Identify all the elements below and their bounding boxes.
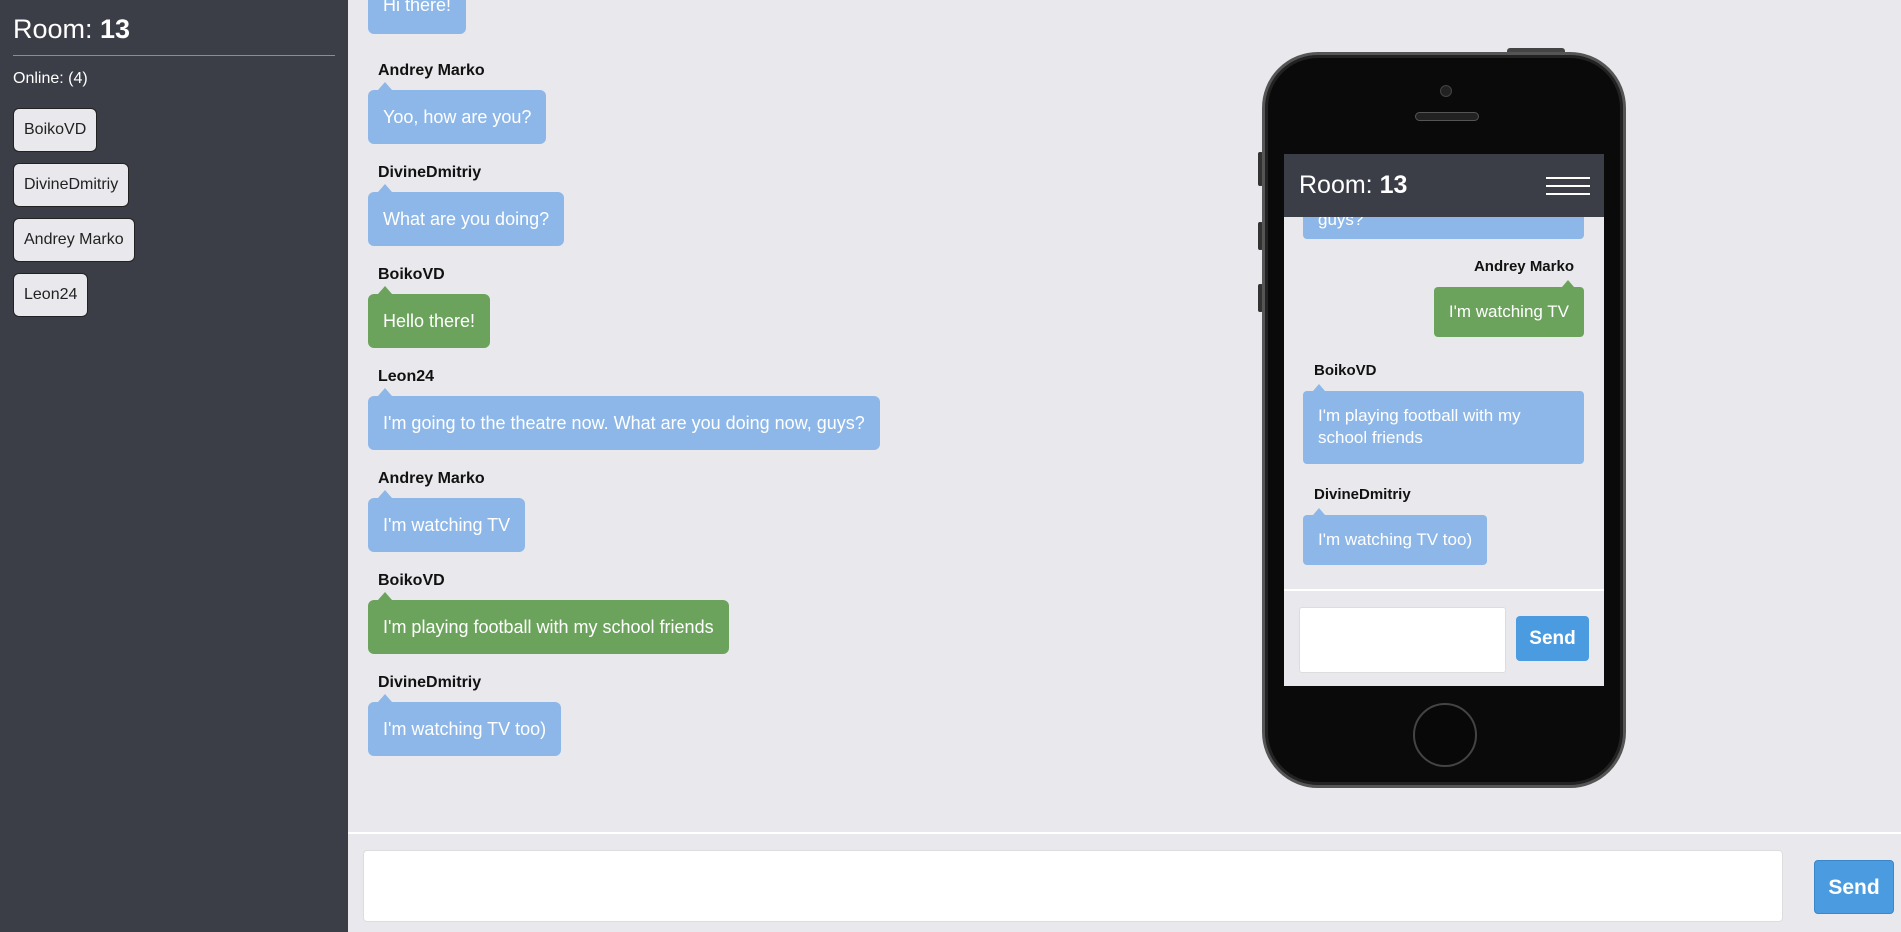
phone-message-bubble: I'm playing football with my school frie… (1303, 384, 1584, 464)
phone-header: Room: 13 (1284, 154, 1604, 217)
phone-home-button-icon (1413, 703, 1477, 767)
phone-message-author: Andrey Marko (1473, 258, 1574, 275)
message-author: Andrey Marko (378, 470, 485, 487)
phone-message-author: DivineDmitriy (1314, 486, 1411, 503)
phone-composer: Send (1284, 589, 1604, 686)
message-input[interactable] (363, 850, 1783, 922)
message-author: BoikoVD (378, 572, 445, 589)
phone-message-author: BoikoVD (1314, 362, 1377, 379)
message-bubble: I'm watching TV too) (368, 694, 562, 756)
message: BoikoVD Hello there! (368, 266, 1268, 348)
user-chip-boikovd[interactable]: BoikoVD (13, 108, 98, 152)
sidebar: Room: 13 Online: (4) BoikoVD DivineDmitr… (0, 0, 348, 932)
phone-message-partial: guys? (1318, 217, 1364, 229)
message-author: Andrey Marko (378, 62, 485, 79)
phone-camera-icon (1440, 85, 1452, 97)
phone-room-number: 13 (1379, 171, 1408, 199)
message: Leon24 I'm going to the theatre now. Wha… (368, 368, 1268, 450)
phone-message-input[interactable] (1299, 607, 1506, 673)
message: DivineDmitriy What are you doing? (368, 164, 1268, 246)
message-bubble-own: Hello there! (368, 286, 491, 348)
phone-room-label: Room: (1299, 171, 1380, 199)
phone-send-button[interactable]: Send (1516, 616, 1589, 661)
message-bubble-own: I'm playing football with my school frie… (368, 592, 729, 654)
chat-main: Hi there! Andrey Marko Yoo, how are you?… (348, 0, 1901, 932)
message-author: DivineDmitriy (378, 164, 482, 181)
send-button[interactable]: Send (1814, 860, 1894, 914)
message-bubble: Yoo, how are you? (368, 82, 547, 144)
message-author: BoikoVD (378, 266, 445, 283)
phone-message-text: I'm playing football with my (1318, 406, 1521, 425)
message-composer: Send (348, 832, 1901, 932)
room-number: 13 (100, 14, 131, 44)
room-title: Room: 13 (13, 14, 335, 56)
phone-message-bubble-own: I'm watching TV (1433, 280, 1584, 337)
phone-speaker-icon (1415, 112, 1479, 121)
phone-message-text: school friends (1318, 428, 1423, 447)
user-list: BoikoVD DivineDmitriy Andrey Marko Leon2… (13, 108, 335, 328)
message-bubble: What are you doing? (368, 184, 565, 246)
message-bubble: I'm watching TV (368, 490, 526, 552)
message: DivineDmitriy I'm watching TV too) (368, 674, 1268, 756)
phone-message-list: guys? Andrey Marko I'm watching TV Boiko… (1284, 217, 1604, 589)
message-bubble: Hi there! (368, 0, 467, 34)
message: Andrey Marko Yoo, how are you? (368, 62, 1268, 144)
phone-message-bubble: guys? (1303, 217, 1584, 239)
online-count: Online: (4) (13, 70, 88, 87)
message-author: Leon24 (378, 368, 435, 385)
user-chip-andrey-marko[interactable]: Andrey Marko (13, 218, 135, 262)
user-chip-divinedmitriy[interactable]: DivineDmitriy (13, 163, 130, 207)
message-bubble: I'm going to the theatre now. What are y… (368, 388, 880, 450)
room-label: Room: (13, 14, 101, 44)
message: BoikoVD I'm playing football with my sch… (368, 572, 1268, 654)
phone-screen: guys? Andrey Marko I'm watching TV Boiko… (1284, 154, 1604, 686)
phone-mockup: guys? Andrey Marko I'm watching TV Boiko… (1262, 52, 1626, 788)
message: Andrey Marko I'm watching TV (368, 470, 1268, 552)
phone-message-bubble: I'm watching TV too) (1303, 508, 1488, 565)
hamburger-menu-icon[interactable] (1546, 177, 1590, 197)
message-author: DivineDmitriy (378, 674, 482, 691)
user-chip-leon24[interactable]: Leon24 (13, 273, 89, 317)
message: Hi there! (368, 0, 1268, 34)
message-list: Hi there! Andrey Marko Yoo, how are you?… (368, 0, 1268, 776)
